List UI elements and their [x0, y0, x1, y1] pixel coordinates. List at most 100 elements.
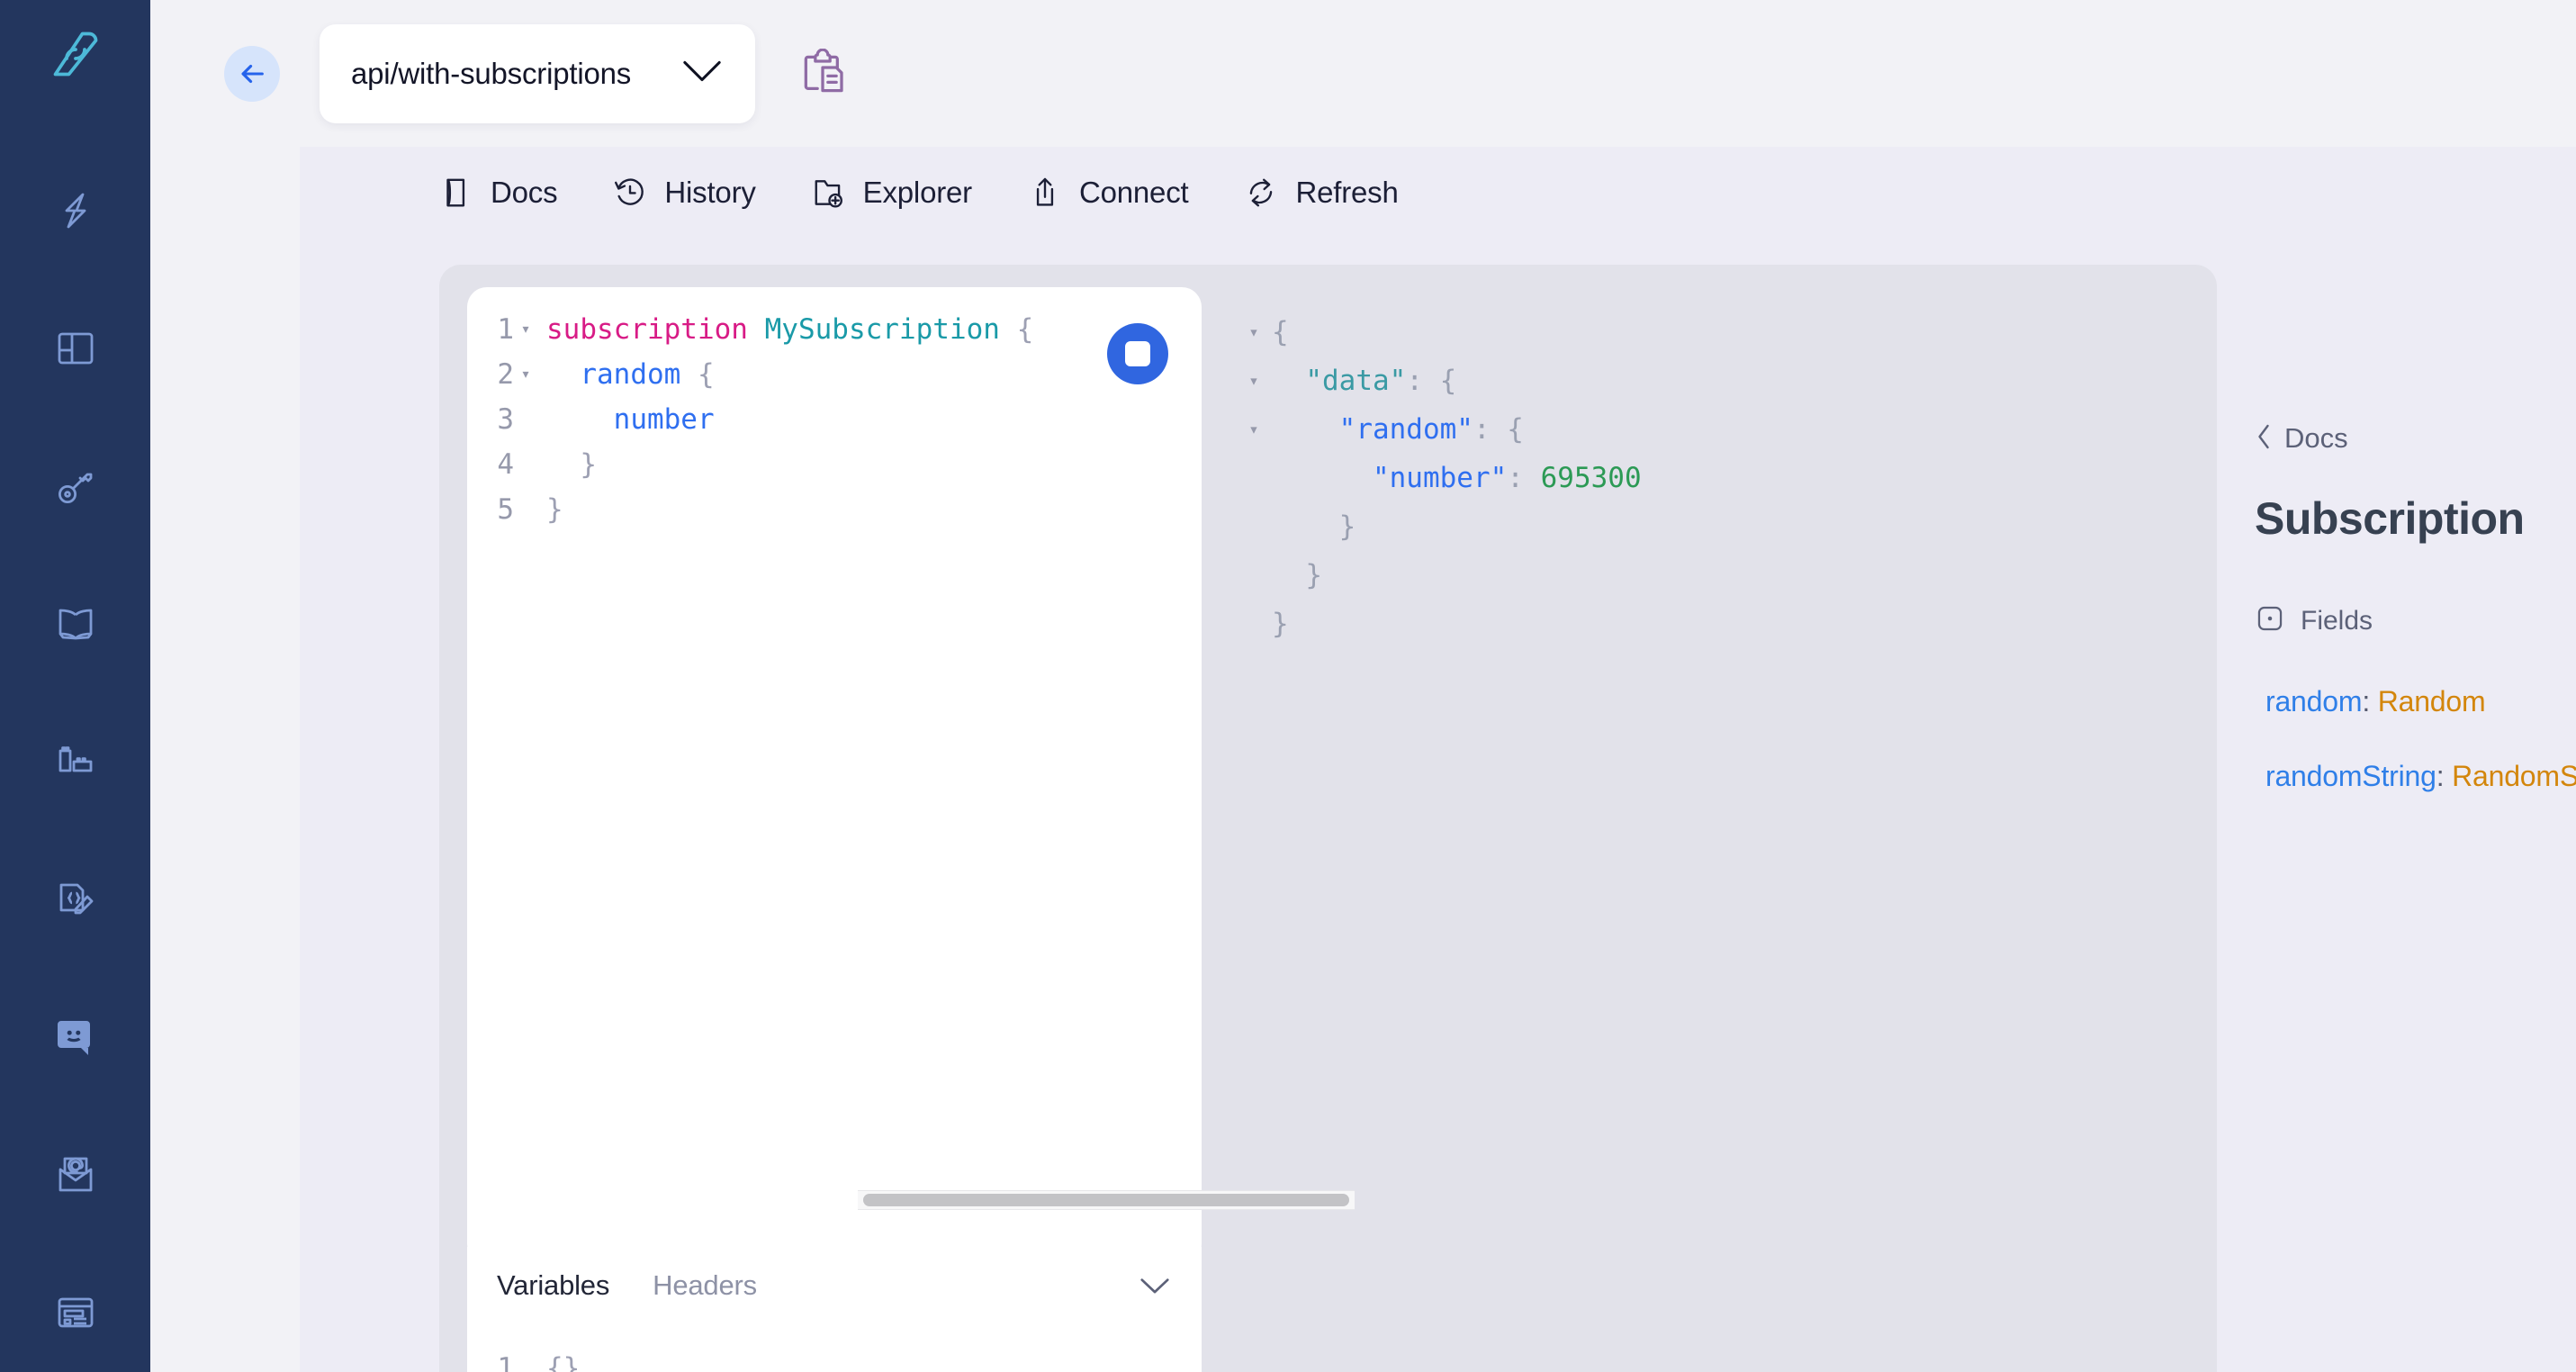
- docs-back-button[interactable]: Docs: [2255, 411, 2348, 455]
- code-text: number: [537, 397, 715, 442]
- code-token: "random": [1338, 413, 1473, 446]
- docs-field-name[interactable]: randomString: [2265, 760, 2436, 792]
- endpoint-select[interactable]: api/with-subscriptions: [320, 23, 755, 123]
- toolbar-button-refresh[interactable]: Refresh: [1244, 176, 1399, 210]
- response-line: ▾ }: [1236, 551, 2190, 600]
- sidebar-item-code-edit[interactable]: [48, 878, 104, 921]
- session-container: 1 ▾ subscription MySubscription {2 ▾ random…: [439, 265, 2217, 1372]
- toolbar-button-explorer[interactable]: Explorer: [812, 176, 972, 210]
- code-token: subscription: [546, 313, 765, 346]
- docs-panel: Docs ⌘ K Subscription: [2217, 411, 2576, 1372]
- sidebar-item-panels[interactable]: [48, 327, 104, 370]
- sidebar-item-plugins[interactable]: [48, 740, 104, 783]
- code-text: }: [1272, 600, 1289, 648]
- code-token: }: [1272, 510, 1356, 543]
- fold-toggle-icon[interactable]: ▾: [514, 352, 537, 397]
- code-token: : {: [1406, 365, 1457, 397]
- line-number: 2: [497, 358, 514, 391]
- code-token: :: [1507, 462, 1541, 494]
- variables-tabbar: Variables Headers: [467, 1247, 1202, 1324]
- query-editor-card[interactable]: 1 ▾ subscription MySubscription {2 ▾ random…: [467, 287, 1355, 1264]
- code-line: 2 ▾ random {: [467, 352, 1202, 397]
- docs-field-row[interactable]: random: Random: [2255, 685, 2576, 718]
- docs-title: Subscription: [2255, 493, 2525, 544]
- toolbar-button-docs[interactable]: Docs: [439, 175, 558, 210]
- tab-headers[interactable]: Headers: [653, 1269, 757, 1302]
- response-line: ▾ }: [1236, 502, 2190, 551]
- fields-icon: [2255, 603, 2285, 638]
- code-token: }: [1272, 559, 1322, 591]
- code-text: }: [537, 487, 563, 532]
- sidebar-item-lightning[interactable]: [48, 189, 104, 232]
- code-token: "number": [1372, 462, 1508, 494]
- code-text: "random": {: [1272, 405, 1524, 454]
- response-line: ▾}: [1236, 600, 2190, 648]
- code-text: subscription MySubscription {: [537, 307, 1033, 352]
- share-upload-icon: [1028, 176, 1062, 210]
- clipboard-copy-icon: [804, 48, 843, 92]
- zeit-logo-icon[interactable]: [46, 27, 105, 81]
- line-number: 1: [497, 313, 514, 346]
- docs-field-type[interactable]: RandomString: [2452, 760, 2576, 792]
- back-button[interactable]: [224, 45, 280, 102]
- fold-toggle-icon[interactable]: ▾: [1236, 308, 1272, 357]
- line-number: 1: [497, 1352, 514, 1372]
- chevron-down-icon[interactable]: [1138, 1275, 1172, 1296]
- sidebar-item-key[interactable]: [48, 465, 104, 508]
- refresh-icon: [1244, 176, 1278, 210]
- code-line: 1▾{}: [467, 1346, 1202, 1372]
- code-line: 4▾ }: [467, 442, 1202, 487]
- code-token: MySubscription: [764, 313, 1017, 346]
- code-token: 695300: [1540, 462, 1642, 494]
- response-line: ▾ "number": 695300: [1236, 454, 2190, 502]
- code-token: : {: [1473, 413, 1524, 446]
- docs-field-list: random: Random randomString: RandomString: [2255, 685, 2576, 793]
- fold-toggle-icon[interactable]: ▾: [1236, 405, 1272, 454]
- fold-toggle-icon[interactable]: ▾: [1236, 357, 1272, 405]
- code-token: {: [680, 358, 715, 391]
- query-editor-code[interactable]: 1 ▾ subscription MySubscription {2 ▾ random…: [467, 287, 1202, 532]
- sidebar-item-discord[interactable]: [48, 1015, 104, 1059]
- toolbar-button-history[interactable]: History: [613, 175, 756, 210]
- toolbar-label: History: [664, 175, 756, 209]
- docs-fields-label: Fields: [2301, 605, 2373, 636]
- code-token: "data": [1305, 365, 1407, 397]
- line-number: 3: [497, 403, 514, 436]
- sidebar-item-blog[interactable]: [48, 1291, 104, 1334]
- variables-editor-code[interactable]: 1▾{}: [467, 1324, 1202, 1372]
- code-token: }: [546, 448, 597, 481]
- code-text: {}: [537, 1346, 580, 1372]
- stop-square-icon: [1125, 341, 1150, 366]
- sidebar-item-docs[interactable]: [48, 602, 104, 645]
- code-token: random: [580, 358, 681, 391]
- fold-toggle-icon[interactable]: ▾: [514, 307, 537, 352]
- endpoint-label: api/with-subscriptions: [351, 56, 632, 90]
- chevron-left-icon: [2255, 423, 2273, 455]
- toolbar-label: Docs: [491, 175, 558, 209]
- code-line: 1 ▾ subscription MySubscription {: [467, 307, 1202, 352]
- docs-header: Docs ⌘ K: [2255, 411, 2576, 455]
- docs-field-name[interactable]: random: [2265, 685, 2363, 718]
- code-text: }: [537, 442, 597, 487]
- tab-variables[interactable]: Variables: [497, 1269, 609, 1302]
- toolbar-label: Connect: [1078, 175, 1189, 209]
- copy-endpoint-button[interactable]: [791, 42, 854, 105]
- variables-editor-card[interactable]: 1▾{}: [467, 1324, 1202, 1372]
- stop-button[interactable]: [1107, 323, 1168, 384]
- chevron-down-icon: [681, 59, 723, 88]
- book-icon: [439, 176, 473, 210]
- docs-field-separator: :: [2362, 685, 2378, 718]
- docs-field-type[interactable]: Random: [2378, 685, 2486, 718]
- code-line: 5▾}: [467, 487, 1202, 532]
- toolbar-label: Explorer: [862, 175, 972, 209]
- sidebar-item-newsletter[interactable]: [48, 1153, 104, 1196]
- code-text: }: [1272, 551, 1322, 600]
- docs-field-row[interactable]: randomString: RandomString: [2255, 760, 2576, 793]
- response-json: ▾{▾ "data": {▾ "random": {▾ "number": 69…: [1236, 287, 2190, 648]
- code-token: {: [1272, 316, 1289, 348]
- code-token: }: [546, 493, 563, 526]
- toolbar-button-connect[interactable]: Connect: [1028, 176, 1189, 210]
- response-line: ▾{: [1236, 308, 2190, 357]
